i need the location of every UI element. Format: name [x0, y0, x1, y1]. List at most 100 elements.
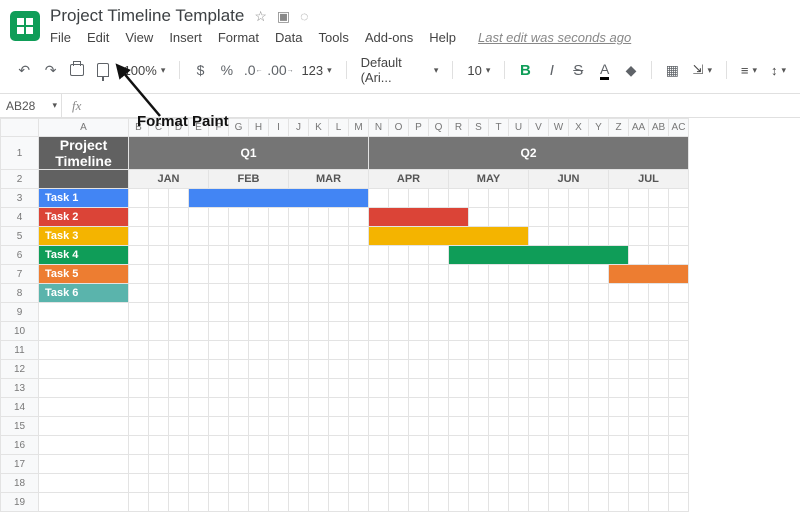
spreadsheet-grid[interactable]: ABCDEFGHIJKLMNOPQRSTUVWXYZAAABAC1Project… — [0, 118, 800, 512]
gantt-bar-segment — [429, 208, 449, 227]
col-header[interactable]: U — [509, 119, 529, 137]
col-header[interactable]: A — [39, 119, 129, 137]
col-header[interactable]: I — [269, 119, 289, 137]
menu-file[interactable]: File — [50, 30, 71, 45]
col-header[interactable]: N — [369, 119, 389, 137]
menu-addons[interactable]: Add-ons — [365, 30, 413, 45]
menu-data[interactable]: Data — [275, 30, 302, 45]
number-format-select[interactable]: 123▾ — [297, 61, 335, 80]
col-header[interactable]: AB — [649, 119, 669, 137]
gantt-bar-segment — [449, 227, 469, 246]
last-edit-link[interactable]: Last edit was seconds ago — [478, 30, 631, 45]
merge-cells-icon[interactable]: ⇲▾ — [689, 60, 716, 80]
row-header[interactable]: 18 — [1, 474, 39, 493]
row-header[interactable]: 19 — [1, 493, 39, 512]
row-header[interactable]: 5 — [1, 227, 39, 246]
paint-format-icon[interactable] — [93, 59, 113, 81]
row-header[interactable]: 17 — [1, 455, 39, 474]
row-header[interactable]: 3 — [1, 189, 39, 208]
gantt-bar-segment — [229, 189, 249, 208]
percent-icon[interactable]: % — [217, 59, 237, 81]
row-header[interactable]: 14 — [1, 398, 39, 417]
h-align-icon[interactable]: ≡▾ — [737, 61, 761, 80]
cloud-icon[interactable]: ◌ — [300, 8, 308, 25]
col-header[interactable]: V — [529, 119, 549, 137]
gantt-bar-segment — [609, 265, 629, 284]
task-label: Task 1 — [39, 189, 129, 208]
row-header[interactable]: 1 — [1, 137, 39, 170]
menu-tools[interactable]: Tools — [318, 30, 348, 45]
row-header[interactable]: 12 — [1, 360, 39, 379]
borders-icon[interactable]: ▦ — [662, 59, 682, 81]
col-header[interactable]: X — [569, 119, 589, 137]
italic-button[interactable]: I — [542, 59, 562, 81]
strikethrough-button[interactable]: S — [568, 59, 588, 81]
menu-help[interactable]: Help — [429, 30, 456, 45]
col-header[interactable]: W — [549, 119, 569, 137]
col-header[interactable]: S — [469, 119, 489, 137]
zoom-select[interactable]: 100%▾ — [120, 61, 170, 80]
row-header[interactable]: 10 — [1, 322, 39, 341]
gantt-bar-segment — [489, 246, 509, 265]
col-header[interactable]: P — [409, 119, 429, 137]
menu-edit[interactable]: Edit — [87, 30, 109, 45]
gantt-bar-segment — [649, 265, 669, 284]
row-header[interactable]: 8 — [1, 284, 39, 303]
decrease-decimal-icon[interactable]: .0← — [243, 59, 263, 81]
gantt-bar-segment — [609, 246, 629, 265]
task-label: Task 3 — [39, 227, 129, 246]
gantt-bar-segment — [369, 227, 389, 246]
menu-view[interactable]: View — [125, 30, 153, 45]
col-header[interactable]: Q — [429, 119, 449, 137]
redo-icon[interactable]: ↷ — [40, 59, 60, 81]
task-label: Task 4 — [39, 246, 129, 265]
col-header[interactable]: AC — [669, 119, 689, 137]
font-size-select[interactable]: 10▾ — [463, 61, 494, 80]
gantt-bar-segment — [449, 246, 469, 265]
row-header[interactable]: 2 — [1, 170, 39, 189]
col-header[interactable]: R — [449, 119, 469, 137]
fill-color-icon[interactable]: ◆ — [621, 59, 641, 81]
col-header[interactable]: Z — [609, 119, 629, 137]
increase-decimal-icon[interactable]: .00→ — [269, 59, 291, 81]
col-header[interactable]: L — [329, 119, 349, 137]
menu-format[interactable]: Format — [218, 30, 259, 45]
col-header[interactable]: O — [389, 119, 409, 137]
col-header[interactable]: Y — [589, 119, 609, 137]
move-icon[interactable]: ▣ — [277, 8, 290, 25]
col-header[interactable]: G — [229, 119, 249, 137]
col-header[interactable]: AA — [629, 119, 649, 137]
col-header[interactable]: T — [489, 119, 509, 137]
v-align-icon[interactable]: ↕▾ — [767, 61, 790, 80]
gantt-bar-segment — [289, 189, 309, 208]
col-header[interactable]: H — [249, 119, 269, 137]
gantt-bar-segment — [509, 246, 529, 265]
col-header[interactable]: K — [309, 119, 329, 137]
row-header[interactable]: 16 — [1, 436, 39, 455]
row-header[interactable]: 11 — [1, 341, 39, 360]
row-header[interactable]: 7 — [1, 265, 39, 284]
row-header[interactable]: 13 — [1, 379, 39, 398]
gantt-bar-segment — [389, 208, 409, 227]
font-select[interactable]: Default (Ari...▾ — [357, 53, 443, 87]
col-header[interactable]: M — [349, 119, 369, 137]
month-header: JAN — [129, 170, 209, 189]
doc-title[interactable]: Project Timeline Template — [50, 6, 244, 26]
row-header[interactable]: 4 — [1, 208, 39, 227]
name-box[interactable]: AB28▾ — [0, 94, 62, 117]
col-header[interactable]: J — [289, 119, 309, 137]
star-icon[interactable]: ☆ — [254, 8, 267, 25]
row-header[interactable]: 6 — [1, 246, 39, 265]
month-header: JUL — [609, 170, 689, 189]
row-header[interactable]: 9 — [1, 303, 39, 322]
row-header[interactable]: 15 — [1, 417, 39, 436]
print-icon[interactable] — [67, 59, 87, 81]
gantt-bar-segment — [669, 265, 689, 284]
currency-icon[interactable]: $ — [190, 59, 210, 81]
month-header: JUN — [529, 170, 609, 189]
task-label: Task 5 — [39, 265, 129, 284]
menu-insert[interactable]: Insert — [169, 30, 202, 45]
text-color-icon[interactable]: A — [594, 59, 614, 81]
undo-icon[interactable]: ↶ — [14, 59, 34, 81]
bold-button[interactable]: B — [515, 59, 535, 81]
